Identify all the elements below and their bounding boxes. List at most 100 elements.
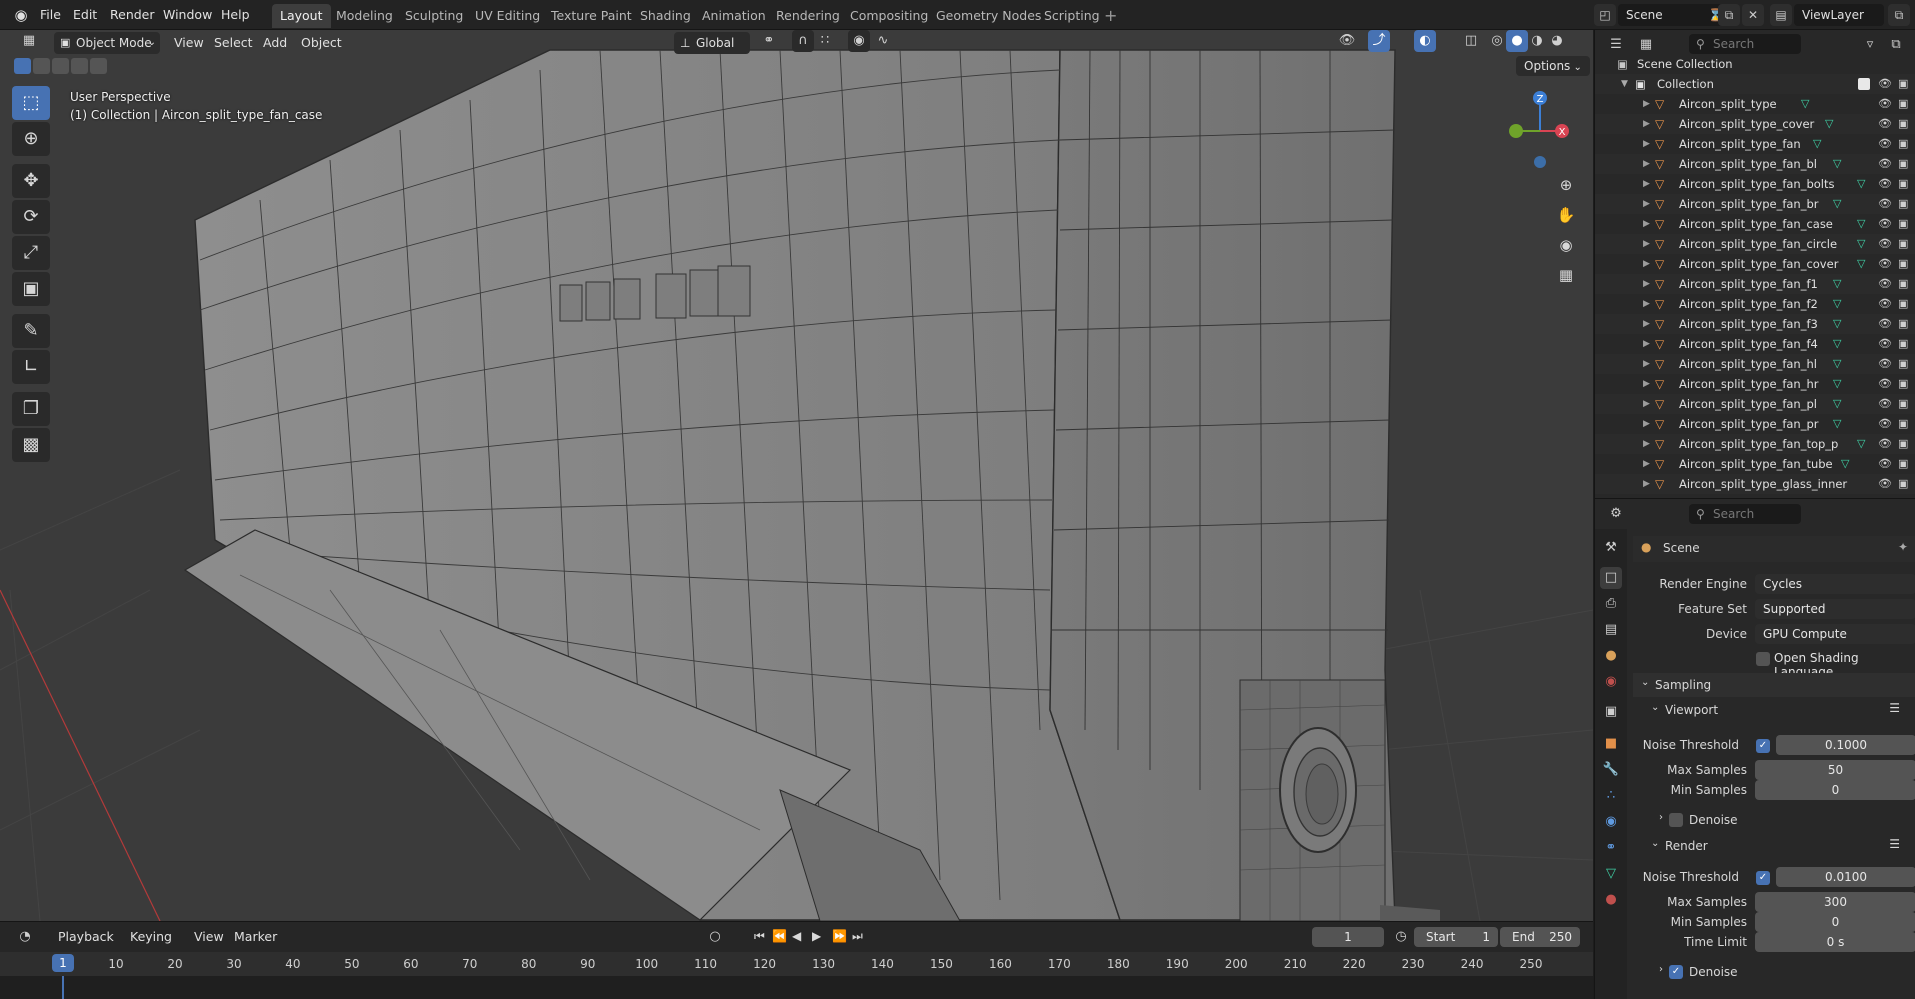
- mesh-data-icon[interactable]: ▽: [1833, 374, 1841, 394]
- menu-view[interactable]: View: [174, 32, 204, 54]
- visibility-eye-icon[interactable]: 👁: [1878, 334, 1892, 354]
- mesh-data-icon[interactable]: ▽: [1833, 334, 1841, 354]
- render-camera-icon[interactable]: ▣: [1898, 474, 1908, 494]
- outliner-editor-type-icon[interactable]: ☰: [1605, 34, 1627, 56]
- mesh-data-icon[interactable]: ▽: [1801, 94, 1809, 114]
- visibility-eye-icon[interactable]: 👁: [1878, 134, 1892, 154]
- outliner-item-row[interactable]: ▶ ▽ Aircon_split_type_fan_pl ▽ 👁 ▣: [1595, 394, 1915, 414]
- render-camera-icon[interactable]: ▣: [1898, 134, 1908, 154]
- viewport-noise-threshold-field[interactable]: 0.1000: [1776, 735, 1915, 755]
- outliner-item-row[interactable]: ▶ ▽ Aircon_split_type_cover ▽ 👁 ▣: [1595, 114, 1915, 134]
- render-camera-icon[interactable]: ▣: [1898, 214, 1908, 234]
- outliner-item-row[interactable]: ▶ ▽ Aircon_split_type ▽ 👁 ▣: [1595, 94, 1915, 114]
- tab-texture-paint[interactable]: Texture Paint: [543, 4, 640, 28]
- collection-row[interactable]: ▼ ▣ Collection 👁 ▣: [1595, 74, 1915, 94]
- mesh-data-icon[interactable]: ▽: [1833, 354, 1841, 374]
- play-icon[interactable]: ▶: [812, 929, 821, 943]
- render-camera-icon[interactable]: ▣: [1898, 254, 1908, 274]
- outliner-item-row[interactable]: ▶ ▽ Aircon_split_type_fan_pr ▽ 👁 ▣: [1595, 414, 1915, 434]
- render-camera-icon[interactable]: ▣: [1898, 414, 1908, 434]
- render-min-samples-field[interactable]: 0: [1755, 912, 1915, 932]
- render-camera-icon[interactable]: ▣: [1898, 394, 1908, 414]
- menu-playback[interactable]: Playback: [58, 926, 114, 948]
- render-camera-icon[interactable]: ▣: [1898, 154, 1908, 174]
- data-tab-icon[interactable]: ▽: [1600, 863, 1622, 885]
- mesh-data-icon[interactable]: ▽: [1857, 174, 1865, 194]
- mesh-data-icon[interactable]: ▽: [1825, 114, 1833, 134]
- tab-animation[interactable]: Animation: [694, 4, 774, 28]
- outliner-item-row[interactable]: ▶ ▽ Aircon_split_type_fan_f2 ▽ 👁 ▣: [1595, 294, 1915, 314]
- mesh-data-icon[interactable]: ▽: [1857, 434, 1865, 454]
- jump-keyframe-back-icon[interactable]: ⏪: [772, 929, 787, 943]
- expand-arrow-icon[interactable]: ▶: [1643, 434, 1650, 454]
- shading-solid-icon[interactable]: ●: [1506, 30, 1528, 52]
- tab-compositing[interactable]: Compositing: [842, 4, 936, 28]
- viewport-denoise-checkbox[interactable]: [1669, 813, 1683, 827]
- mesh-data-icon[interactable]: ▽: [1833, 194, 1841, 214]
- expand-arrow-icon[interactable]: ▶: [1643, 334, 1650, 354]
- collection-expand-icon[interactable]: ▼: [1621, 74, 1628, 94]
- mesh-data-icon[interactable]: ▽: [1857, 254, 1865, 274]
- pivot-icon[interactable]: ⚭: [758, 30, 780, 52]
- particles-tab-icon[interactable]: ∴: [1600, 785, 1622, 807]
- scene-collection-row[interactable]: ▣ Scene Collection: [1595, 54, 1915, 74]
- tab-geometry-nodes[interactable]: Geometry Nodes: [928, 4, 1049, 28]
- gizmo-y-axis[interactable]: [1509, 124, 1523, 138]
- device-dropdown[interactable]: GPU Compute: [1755, 624, 1915, 644]
- camera-view-icon[interactable]: ◉: [1553, 232, 1579, 258]
- render-max-samples-field[interactable]: 300: [1755, 892, 1915, 912]
- expand-arrow-icon[interactable]: ▶: [1643, 94, 1650, 114]
- delete-scene-icon[interactable]: ✕: [1742, 4, 1764, 26]
- new-collection-icon[interactable]: ⧉: [1885, 34, 1907, 56]
- 3d-viewport[interactable]: [0, 30, 1593, 921]
- start-frame-field[interactable]: Start 1: [1414, 927, 1498, 947]
- visibility-eye-icon[interactable]: 👁: [1878, 434, 1892, 454]
- outliner-item-row[interactable]: ▶ ▽ Aircon_split_type_fan_cover ▽ 👁 ▣: [1595, 254, 1915, 274]
- visibility-eye-icon[interactable]: 👁: [1878, 154, 1892, 174]
- mesh-data-icon[interactable]: ▽: [1833, 154, 1841, 174]
- outliner-item-row[interactable]: ▶ ▽ Aircon_split_type_fan_f4 ▽ 👁 ▣: [1595, 334, 1915, 354]
- filter-icon[interactable]: ▿: [1859, 34, 1881, 56]
- expand-arrow-icon[interactable]: ▶: [1643, 254, 1650, 274]
- gizmo-neg-z-axis[interactable]: [1534, 156, 1546, 168]
- render-engine-dropdown[interactable]: Cycles: [1755, 574, 1915, 594]
- outliner-item-row[interactable]: ▶ ▽ Aircon_split_type_fan_tube ▽ 👁 ▣: [1595, 454, 1915, 474]
- visibility-eye-icon[interactable]: 👁: [1878, 254, 1892, 274]
- jump-keyframe-forward-icon[interactable]: ⏩: [832, 929, 847, 943]
- viewport-max-samples-field[interactable]: 50: [1755, 760, 1915, 780]
- timeline-track[interactable]: [0, 976, 1593, 999]
- render-camera-icon[interactable]: ▣: [1898, 314, 1908, 334]
- cursor-tool-icon[interactable]: ⊕: [12, 122, 50, 156]
- view-layer-tab-icon[interactable]: ▤: [1600, 619, 1622, 641]
- expand-arrow-icon[interactable]: ▶: [1643, 354, 1650, 374]
- mesh-data-icon[interactable]: ▽: [1833, 294, 1841, 314]
- move-tool-icon[interactable]: ✥: [12, 164, 50, 198]
- output-tab-icon[interactable]: ⎙: [1600, 593, 1622, 615]
- expand-arrow-icon[interactable]: ▶: [1643, 114, 1650, 134]
- xray-toggle-icon[interactable]: ◫: [1460, 30, 1482, 52]
- outliner-item-row[interactable]: ▶ ▽ Aircon_split_type_fan_bl ▽ 👁 ▣: [1595, 154, 1915, 174]
- scene-tab-icon[interactable]: ●: [1600, 645, 1622, 667]
- menu-keying[interactable]: Keying: [130, 926, 172, 948]
- outliner-item-row[interactable]: ▶ ▽ Aircon_split_type_fan ▽ 👁 ▣: [1595, 134, 1915, 154]
- options-dropdown[interactable]: Options: [1516, 56, 1590, 76]
- osl-checkbox[interactable]: [1756, 652, 1770, 666]
- select-intersect-icon[interactable]: [90, 58, 107, 74]
- gizmo-toggle-icon[interactable]: ⤴: [1368, 30, 1390, 52]
- expand-arrow-icon[interactable]: ▶: [1643, 194, 1650, 214]
- mesh-data-icon[interactable]: ▽: [1857, 214, 1865, 234]
- snap-toggle-icon[interactable]: ∩: [792, 30, 814, 52]
- render-camera-icon[interactable]: ▣: [1898, 234, 1908, 254]
- world-tab-icon[interactable]: ◉: [1600, 671, 1622, 693]
- outliner-item-row[interactable]: ▶ ▽ Aircon_split_type_fan_top_p ▽ 👁 ▣: [1595, 434, 1915, 454]
- physics-tab-icon[interactable]: ◉: [1600, 811, 1622, 833]
- visibility-eye-icon[interactable]: 👁: [1878, 234, 1892, 254]
- outliner-search-input[interactable]: ⚲ Search: [1689, 34, 1801, 54]
- add-cube-tool-icon[interactable]: ❐: [12, 392, 50, 426]
- outliner-item-row[interactable]: ▶ ▽ Aircon_split_type_fan_f1 ▽ 👁 ▣: [1595, 274, 1915, 294]
- visibility-eye-icon[interactable]: 👁: [1878, 374, 1892, 394]
- outliner-item-row[interactable]: ▶ ▽ Aircon_split_type_fan_f3 ▽ 👁 ▣: [1595, 314, 1915, 334]
- current-frame-marker[interactable]: 1: [52, 954, 74, 972]
- scene-name-field[interactable]: Scene ⌛: [1618, 4, 1734, 26]
- end-frame-field[interactable]: End 250: [1500, 927, 1580, 947]
